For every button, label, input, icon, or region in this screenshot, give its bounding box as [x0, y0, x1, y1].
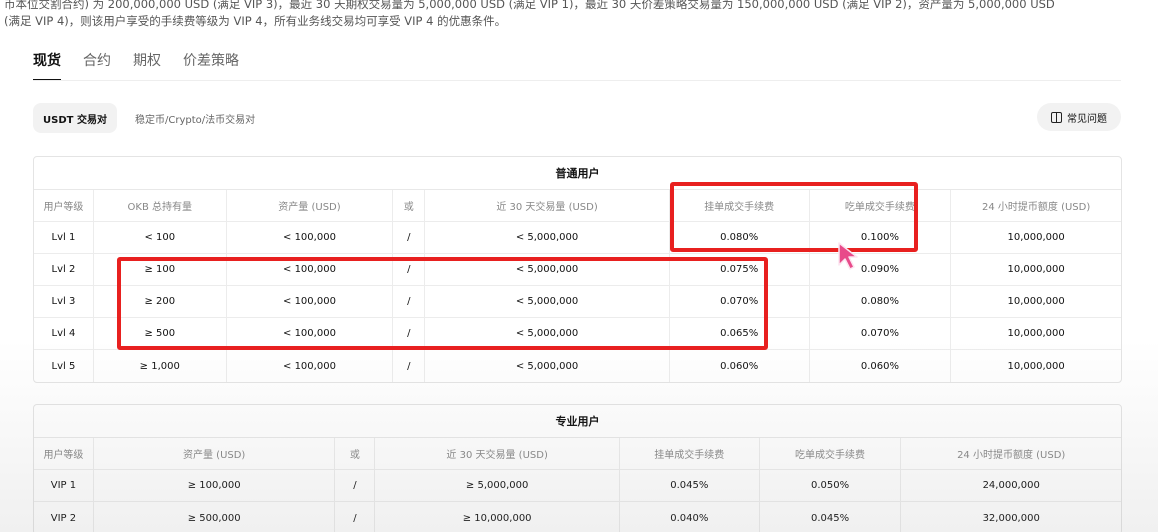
table-cell: / [335, 502, 376, 532]
table-cell: Lvl 1 [34, 222, 94, 253]
table-cell: 10,000,000 [1007, 328, 1065, 339]
table-cell: ≥ 1,000 [94, 350, 227, 382]
table-cell: 0.090% [810, 254, 952, 285]
table-cell: 0.080% [810, 286, 952, 317]
tabs-divider [33, 80, 1121, 81]
table-cell: 0.075% [670, 254, 810, 285]
column-header: 24 小时提币额度 (USD) [982, 202, 1091, 213]
table-cell: 0.045% [620, 470, 760, 501]
regular-table-title: 普通用户 [34, 157, 1121, 190]
mouse-pointer-icon [838, 242, 858, 270]
tab-spread[interactable]: 价差策略 [183, 50, 239, 81]
column-header: 挂单成交手续费 [670, 190, 810, 221]
table-cell: < 5,000,000 [425, 286, 670, 317]
table-cell: 10,000,000 [1007, 296, 1065, 307]
intro-line-2: (满足 VIP 4)，则该用户享受的手续费等级为 VIP 4，所有业务线交易均可… [4, 14, 507, 28]
regular-table-row: Lvl 4 ≥ 500 < 100,000/< 5,000,000 0.065% 0.0… [34, 318, 1121, 350]
table-cell: Lvl 5 [34, 350, 94, 382]
column-header: 吃单成交手续费 [810, 190, 952, 221]
regular-user-table: 普通用户 用户等级 OKB 总持有量 资产量 (USD) 或近 30 天交易量 (US… [33, 156, 1122, 383]
usdt-pairs-button[interactable]: USDT 交易对 [33, 103, 117, 133]
column-header: 24 小时提币额度 (USD) [957, 450, 1066, 461]
table-cell: Lvl 3 [34, 286, 94, 317]
table-cell: < 100 [94, 222, 227, 253]
pro-table-title: 专业用户 [34, 405, 1121, 438]
column-header: 用户等级 [34, 190, 94, 221]
other-pairs-link[interactable]: 稳定币/Crypto/法币交易对 [135, 111, 255, 126]
intro-text: 币本位交割合约) 为 200,000,000 USD (满足 VIP 3)，最近… [4, 0, 1154, 30]
table-cell: 0.060% [670, 350, 810, 382]
column-header: 近 30 天交易量 (USD) [425, 190, 670, 221]
column-header: 资产量 (USD) [94, 438, 336, 469]
pro-user-table: 专业用户 用户等级 资产量 (USD) 或近 30 天交易量 (USD) 挂单成交手续… [33, 404, 1122, 532]
table-cell: / [335, 470, 376, 501]
regular-table-row: Lvl 2 ≥ 100 < 100,000/< 5,000,000 0.075% 0.0… [34, 254, 1121, 286]
column-header: 或 [335, 438, 376, 469]
tab-futures[interactable]: 合约 [83, 50, 111, 81]
table-cell: ≥ 5,000,000 [375, 470, 620, 501]
table-cell: 10,000,000 [1007, 360, 1065, 372]
column-header: 近 30 天交易量 (USD) [375, 438, 620, 469]
table-cell: 0.100% [810, 222, 952, 253]
faq-book-icon [1051, 111, 1062, 123]
table-cell: 0.070% [670, 286, 810, 317]
table-cell: ≥ 100 [94, 254, 227, 285]
intro-line-1: 币本位交割合约) 为 200,000,000 USD (满足 VIP 3)，最近… [4, 0, 1055, 11]
table-cell: < 100,000 [227, 350, 394, 382]
column-header: 吃单成交手续费 [760, 438, 902, 469]
regular-table-row: Lvl 5 ≥ 1,000 < 100,000/< 5,000,000 0.060% 0… [34, 350, 1121, 382]
table-cell: < 100,000 [227, 286, 394, 317]
table-cell: 0.045% [760, 502, 902, 532]
table-cell: < 5,000,000 [425, 350, 670, 382]
regular-table-row: Lvl 1 < 100 < 100,000/< 5,000,000 0.080% 0.1… [34, 222, 1121, 254]
table-cell: / [393, 286, 426, 317]
table-cell: ≥ 100,000 [94, 470, 336, 501]
pro-header-row: 用户等级 资产量 (USD) 或近 30 天交易量 (USD) 挂单成交手续费 吃单成交… [34, 438, 1121, 470]
table-cell: Lvl 2 [34, 254, 94, 285]
table-cell: / [393, 254, 426, 285]
table-cell: VIP 1 [34, 470, 94, 501]
table-cell: 10,000,000 [1007, 232, 1065, 243]
regular-table-row: Lvl 3 ≥ 200 < 100,000/< 5,000,000 0.070% 0.0… [34, 286, 1121, 318]
table-cell: VIP 2 [34, 502, 94, 532]
table-cell: 32,000,000 [982, 512, 1040, 524]
column-header: 资产量 (USD) [227, 190, 394, 221]
table-cell: 0.070% [810, 318, 952, 349]
table-cell: ≥ 200 [94, 286, 227, 317]
table-cell: / [393, 318, 426, 349]
regular-header-row: 用户等级 OKB 总持有量 资产量 (USD) 或近 30 天交易量 (USD) 挂单成… [34, 190, 1121, 222]
table-cell: 24,000,000 [982, 480, 1040, 491]
table-cell: 0.065% [670, 318, 810, 349]
tab-spot[interactable]: 现货 [33, 50, 61, 81]
table-cell: Lvl 4 [34, 318, 94, 349]
column-header: 或 [393, 190, 426, 221]
faq-button[interactable]: 常见问题 [1037, 103, 1121, 131]
product-tabs: 现货 合约 期权 价差策略 [33, 50, 239, 81]
table-cell: 0.040% [620, 502, 760, 532]
table-cell: / [393, 222, 426, 253]
table-cell: < 100,000 [227, 222, 394, 253]
table-cell: 0.080% [670, 222, 810, 253]
table-cell: ≥ 10,000,000 [375, 502, 620, 532]
pro-table-row: VIP 2 ≥ 500,000/≥ 10,000,000 0.040% 0.045% 3… [34, 502, 1121, 532]
table-cell: < 100,000 [227, 254, 394, 285]
table-cell: ≥ 500,000 [94, 502, 336, 532]
table-cell: < 5,000,000 [425, 254, 670, 285]
table-cell: < 5,000,000 [425, 222, 670, 253]
table-cell: ≥ 500 [94, 318, 227, 349]
column-header: 用户等级 [34, 438, 94, 469]
faq-label: 常见问题 [1067, 113, 1107, 125]
tab-options[interactable]: 期权 [133, 50, 161, 81]
pro-table-row: VIP 1 ≥ 100,000/≥ 5,000,000 0.045% 0.050% 24… [34, 470, 1121, 502]
table-cell: / [393, 350, 426, 382]
column-header: 挂单成交手续费 [620, 438, 760, 469]
table-cell: 0.060% [810, 350, 952, 382]
table-cell: 10,000,000 [1007, 264, 1065, 275]
table-cell: 0.050% [760, 470, 902, 501]
column-header: OKB 总持有量 [94, 190, 227, 221]
table-cell: < 5,000,000 [425, 318, 670, 349]
table-cell: < 100,000 [227, 318, 394, 349]
